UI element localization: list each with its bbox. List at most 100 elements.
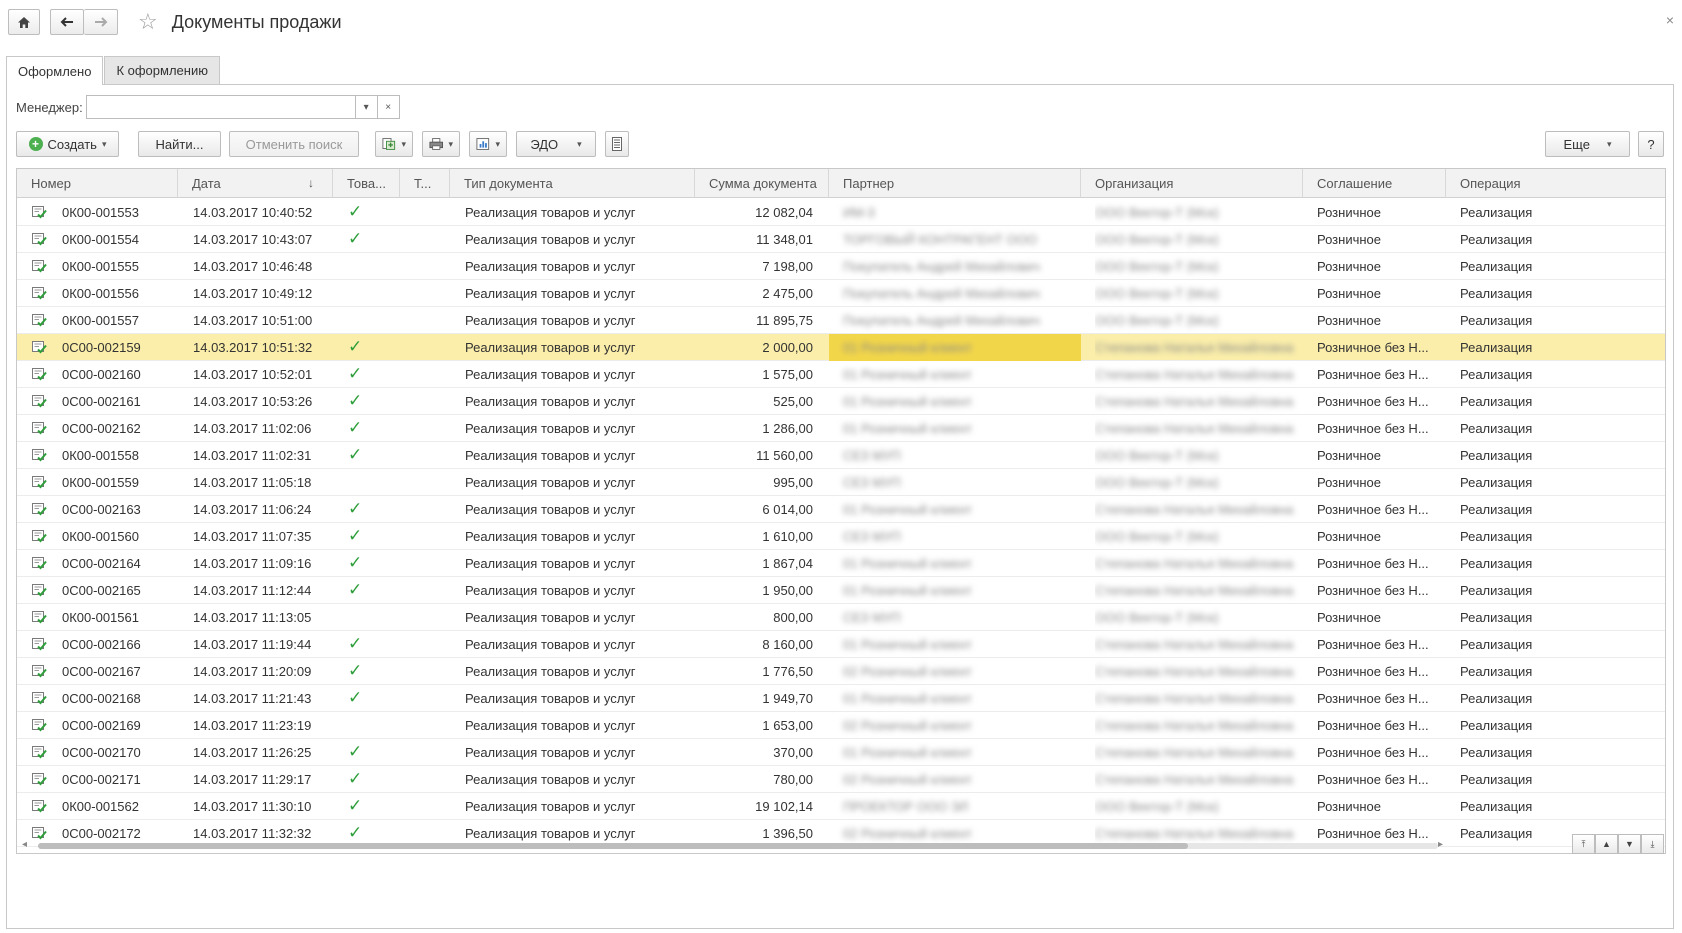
cell-date: 14.03.2017 11:02:31 — [193, 448, 312, 463]
cell-operation: Реализация — [1460, 556, 1533, 571]
star-icon[interactable]: ☆ — [138, 11, 158, 33]
scroll-thumb[interactable] — [38, 843, 1188, 849]
cell-partner: 01 Розничный клиент — [829, 334, 1081, 361]
table-row[interactable]: 0С00-002166 14.03.2017 11:19:44 ✓ Реализаци… — [17, 631, 1665, 658]
document-posted-icon — [31, 286, 47, 303]
cancel-search-button[interactable]: Отменить поиск — [229, 131, 359, 157]
manager-clear-button[interactable]: × — [377, 95, 400, 119]
column-goods[interactable]: Това... — [333, 169, 400, 198]
cell-partner-text: 01 Розничный клиент — [843, 583, 972, 598]
go-to-last-button[interactable]: ⤓ — [1641, 834, 1664, 854]
tab-to-post[interactable]: К оформлению — [104, 56, 220, 84]
column-number[interactable]: Номер — [17, 169, 178, 198]
go-to-first-button[interactable]: ⤒ — [1572, 834, 1595, 854]
cell-sum: 19 102,14 — [755, 799, 813, 814]
table-row[interactable]: 0С00-002159 14.03.2017 10:51:32 ✓ Реализаци… — [17, 334, 1665, 361]
document-posted-icon — [31, 394, 47, 411]
table-row[interactable]: 0К00-001554 14.03.2017 10:43:07 ✓ Реализаци… — [17, 226, 1665, 253]
table-row[interactable]: 0С00-002171 14.03.2017 11:29:17 ✓ Реализаци… — [17, 766, 1665, 793]
table-row[interactable]: 0С00-002163 14.03.2017 11:06:24 ✓ Реализаци… — [17, 496, 1665, 523]
table-row[interactable]: 0С00-002161 14.03.2017 10:53:26 ✓ Реализаци… — [17, 388, 1665, 415]
edo-button[interactable]: ЭДО ▾ — [516, 131, 596, 157]
cell-organization: ООО Вектор-Т (Мск) — [1095, 307, 1300, 334]
cell-doc-type: Реализация товаров и услуг — [465, 799, 636, 814]
chevron-down-icon: ▾ — [448, 138, 453, 149]
cell-date: 14.03.2017 11:02:06 — [193, 421, 312, 436]
cell-partner-text: 01 Розничный клиент — [843, 367, 972, 382]
table-row[interactable]: 0С00-002164 14.03.2017 11:09:16 ✓ Реализаци… — [17, 550, 1665, 577]
chevron-down-icon: ▾ — [363, 101, 369, 113]
checkmark-icon: ✓ — [348, 796, 363, 815]
cell-date: 14.03.2017 11:06:24 — [193, 502, 312, 517]
table-row[interactable]: 0К00-001555 14.03.2017 10:46:48 Реализация… — [17, 253, 1665, 280]
page-down-button[interactable]: ▼ — [1618, 834, 1641, 854]
table-row[interactable]: 0С00-002160 14.03.2017 10:52:01 ✓ Реализаци… — [17, 361, 1665, 388]
cell-organization: Степанова Наталья Михайловна — [1095, 496, 1300, 523]
cell-organization: ООО Вектор-Т (Мск) — [1095, 604, 1300, 631]
table-row[interactable]: 0К00-001558 14.03.2017 11:02:31 ✓ Реализаци… — [17, 442, 1665, 469]
table-row[interactable]: 0С00-002162 14.03.2017 11:02:06 ✓ Реализаци… — [17, 415, 1665, 442]
column-agreement[interactable]: Соглашение — [1303, 169, 1446, 198]
cell-operation: Реализация — [1460, 448, 1533, 463]
list-settings-button[interactable] — [605, 131, 629, 157]
document-posted-icon — [31, 745, 47, 762]
print-button[interactable]: ▾ — [422, 131, 460, 157]
cell-number: 0С00-002167 — [62, 664, 141, 679]
cell-sum: 6 014,00 — [762, 502, 813, 517]
scroll-left-icon[interactable]: ◂ — [22, 839, 27, 850]
column-operation[interactable]: Операция — [1446, 169, 1665, 198]
column-date-label: Дата — [192, 176, 221, 191]
cell-operation: Реализация — [1460, 475, 1533, 490]
home-button[interactable] — [8, 9, 40, 35]
cell-organization: Степанова Наталья Михайловна — [1095, 388, 1300, 415]
cell-organization-text: ООО Вектор-Т (Мск) — [1095, 610, 1219, 625]
cell-operation: Реализация — [1460, 745, 1533, 760]
cell-organization-text: Степанова Наталья Михайловна — [1095, 637, 1294, 652]
table-row[interactable]: 0С00-002169 14.03.2017 11:23:19 Реализация… — [17, 712, 1665, 739]
help-button[interactable]: ? — [1638, 131, 1664, 157]
page-up-button[interactable]: ▲ — [1595, 834, 1618, 854]
column-date[interactable]: Дата ↓ — [178, 169, 333, 198]
create-button[interactable]: + Создать ▾ — [16, 131, 119, 157]
cell-sum: 1 610,00 — [762, 529, 813, 544]
scroll-right-icon[interactable]: ▸ — [1438, 839, 1443, 850]
table-row[interactable]: 0К00-001556 14.03.2017 10:49:12 Реализация… — [17, 280, 1665, 307]
cell-agreement: Розничное без Н... — [1317, 637, 1429, 652]
table-row[interactable]: 0К00-001553 14.03.2017 10:40:52 ✓ Реализаци… — [17, 199, 1665, 226]
checkmark-icon: ✓ — [348, 742, 363, 761]
manager-dropdown-button[interactable]: ▾ — [355, 95, 378, 119]
table-row[interactable]: 0К00-001562 14.03.2017 11:30:10 ✓ Реализаци… — [17, 793, 1665, 820]
cell-sum: 8 160,00 — [762, 637, 813, 652]
close-icon[interactable]: × — [1666, 12, 1674, 28]
reports-button[interactable]: ▾ — [469, 131, 507, 157]
forward-button[interactable] — [84, 9, 118, 35]
document-posted-icon — [31, 529, 47, 546]
checkmark-icon: ✓ — [348, 553, 363, 572]
manager-input[interactable] — [85, 95, 356, 119]
column-partner[interactable]: Партнер — [829, 169, 1081, 198]
cell-operation: Реализация — [1460, 583, 1533, 598]
cell-organization: Степанова Наталья Михайловна — [1095, 415, 1300, 442]
cell-agreement: Розничное — [1317, 448, 1381, 463]
column-doc-type[interactable]: Тип документа — [450, 169, 695, 198]
cell-partner: СЕЗ МУП — [829, 469, 1081, 496]
horizontal-scrollbar[interactable]: ◂ ▸ — [16, 837, 1446, 851]
more-button[interactable]: Еще ▾ — [1545, 131, 1630, 157]
column-sum[interactable]: Сумма документа — [695, 169, 829, 198]
column-organization[interactable]: Организация — [1081, 169, 1303, 198]
table-row[interactable]: 0К00-001560 14.03.2017 11:07:35 ✓ Реализаци… — [17, 523, 1665, 550]
table-row[interactable]: 0К00-001559 14.03.2017 11:05:18 Реализация… — [17, 469, 1665, 496]
tab-posted[interactable]: Оформлено — [6, 56, 104, 85]
table-row[interactable]: 0С00-002170 14.03.2017 11:26:25 ✓ Реализаци… — [17, 739, 1665, 766]
find-button[interactable]: Найти... — [138, 131, 221, 157]
table-row[interactable]: 0С00-002167 14.03.2017 11:20:09 ✓ Реализаци… — [17, 658, 1665, 685]
create-based-on-button[interactable]: ▾ — [375, 131, 413, 157]
back-button[interactable] — [50, 9, 84, 35]
cell-partner: 01 Розничный клиент — [829, 550, 1081, 577]
table-row[interactable]: 0С00-002165 14.03.2017 11:12:44 ✓ Реализаци… — [17, 577, 1665, 604]
table-row[interactable]: 0С00-002168 14.03.2017 11:21:43 ✓ Реализаци… — [17, 685, 1665, 712]
column-t[interactable]: Т... — [400, 169, 450, 198]
cell-sum: 1 949,70 — [762, 691, 813, 706]
table-row[interactable]: 0К00-001557 14.03.2017 10:51:00 Реализация… — [17, 307, 1665, 334]
table-row[interactable]: 0К00-001561 14.03.2017 11:13:05 Реализация… — [17, 604, 1665, 631]
